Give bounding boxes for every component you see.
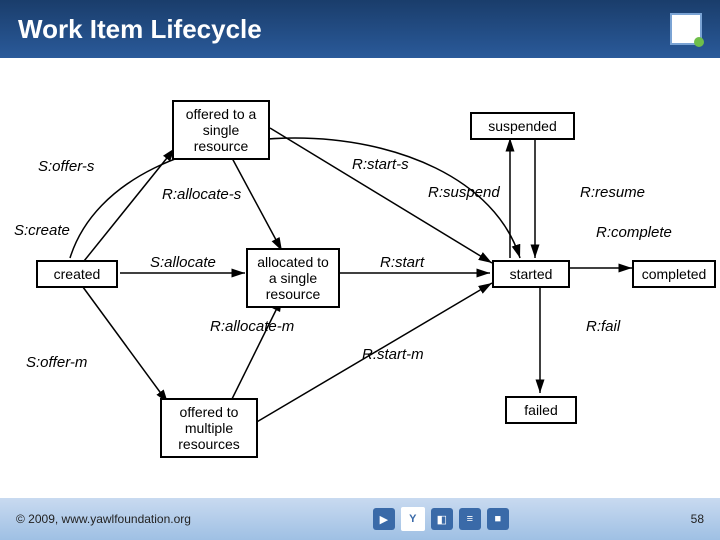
edge-complete: R:complete bbox=[596, 224, 672, 241]
edge-allocate: S:allocate bbox=[150, 254, 216, 271]
diagram-stage: offered to a single resource suspended c… bbox=[0, 58, 720, 498]
edge-start-m: R:start-m bbox=[362, 346, 424, 363]
state-started: started bbox=[492, 260, 570, 288]
play-icon: ▶ bbox=[373, 508, 395, 530]
slide-title: Work Item Lifecycle bbox=[18, 14, 262, 45]
slide-footer: © 2009, www.yawlfoundation.org ▶ Y ◧ ≡ ■… bbox=[0, 498, 720, 540]
edge-create: S:create bbox=[14, 222, 70, 239]
state-failed: failed bbox=[505, 396, 577, 424]
state-offered-multiple: offered to multiple resources bbox=[160, 398, 258, 458]
yawl-logo-icon bbox=[670, 13, 702, 45]
yawl-mini-logo-icon: Y bbox=[401, 507, 425, 531]
slide-header: Work Item Lifecycle bbox=[0, 0, 720, 58]
edge-allocate-m: R:allocate-m bbox=[210, 318, 294, 335]
state-completed: completed bbox=[632, 260, 716, 288]
footer-page-number: 58 bbox=[691, 512, 704, 526]
state-suspended: suspended bbox=[470, 112, 575, 140]
edge-allocate-s: R:allocate-s bbox=[162, 186, 241, 203]
edge-offer-m: S:offer-m bbox=[26, 354, 87, 371]
edge-fail: R:fail bbox=[586, 318, 620, 335]
edge-start-s: R:start-s bbox=[352, 156, 409, 173]
stop-icon: ■ bbox=[487, 508, 509, 530]
edge-suspend: R:suspend bbox=[428, 184, 500, 201]
state-created: created bbox=[36, 260, 118, 288]
edge-start: R:start bbox=[380, 254, 424, 271]
state-allocated-single: allocated to a single resource bbox=[246, 248, 340, 308]
edge-offer-s: S:offer-s bbox=[38, 158, 94, 175]
footer-icon-a: ◧ bbox=[431, 508, 453, 530]
footer-icon-group: ▶ Y ◧ ≡ ■ bbox=[373, 507, 509, 531]
edge-resume: R:resume bbox=[580, 184, 645, 201]
footer-icon-b: ≡ bbox=[459, 508, 481, 530]
state-offered-single: offered to a single resource bbox=[172, 100, 270, 160]
footer-copyright: © 2009, www.yawlfoundation.org bbox=[16, 512, 191, 526]
